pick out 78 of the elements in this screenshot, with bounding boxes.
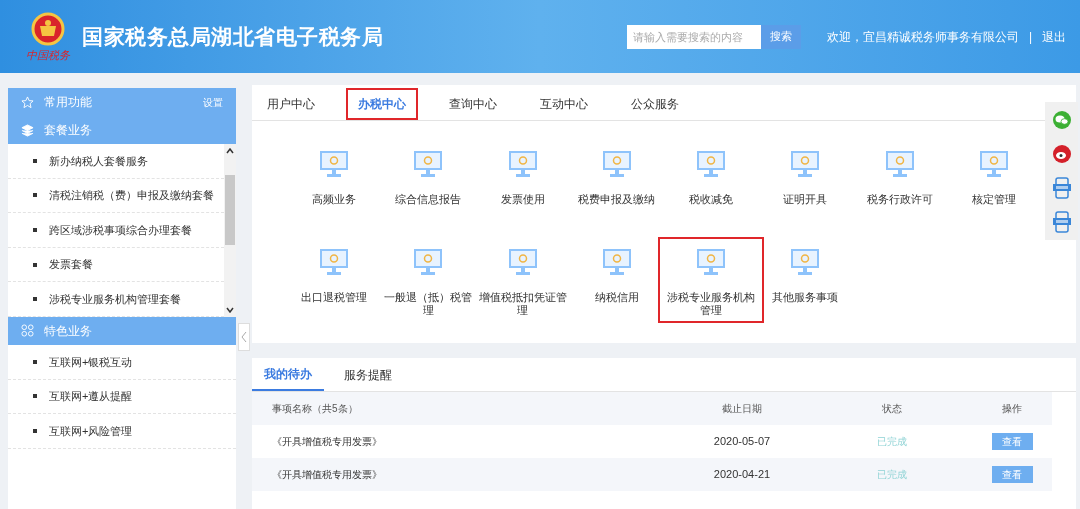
column-header: 操作 (1001, 402, 1023, 416)
service-tile[interactable]: 综合信息报告 (381, 139, 476, 225)
service-tile[interactable]: 核定管理 (946, 139, 1041, 225)
column-header: 状态 (881, 402, 903, 416)
status-text: 已完成 (876, 468, 908, 482)
sidebar-item[interactable]: 互联网+风险管理 (49, 422, 133, 440)
table-cell-text: 《开具增值税专用发票》 (271, 468, 383, 482)
monitor-icon (319, 247, 350, 277)
monitor-icon (413, 149, 444, 179)
chat-bubbles-icon[interactable] (1051, 110, 1072, 130)
table-cell-text: 《开具增值税专用发票》 (271, 435, 383, 449)
tab[interactable]: 服务提醒 (332, 358, 404, 391)
bullet-icon (33, 394, 37, 399)
scrollbar[interactable] (224, 144, 236, 317)
service-tile[interactable]: 高频业务 (287, 139, 382, 225)
welcome-text: 欢迎，宜昌精诚税务师事务有限公司 (826, 28, 1019, 46)
tab[interactable]: 互动中心 (528, 88, 600, 120)
sidebar-item[interactable]: 互联网+银税互动 (49, 353, 133, 370)
monitor-icon (696, 247, 727, 277)
bullet-icon (33, 428, 37, 433)
star-icon (21, 95, 34, 109)
column-header: 事项名称（共5条） (271, 402, 359, 416)
monitor-icon (601, 149, 632, 179)
status-text: 已完成 (876, 435, 908, 449)
monitor-icon (507, 149, 538, 179)
tab[interactable]: 用户中心 (255, 88, 327, 120)
service-tile[interactable]: 税收减免 (664, 139, 759, 225)
bullet-icon (33, 158, 37, 163)
collapse-handle[interactable] (238, 323, 250, 351)
eye-logo-icon[interactable] (1051, 144, 1072, 164)
monitor-icon (790, 149, 821, 179)
tab[interactable]: 公众服务 (619, 88, 691, 120)
column-header: 截止日期 (721, 402, 763, 416)
tab[interactable]: 办税中心 (346, 88, 418, 120)
service-tile[interactable]: 证明开具 (758, 139, 853, 225)
section-title: 特色业务 (44, 322, 93, 340)
chevron-left-icon (241, 331, 247, 343)
sidebar-item[interactable]: 跨区域涉税事项综合办理套餐 (49, 221, 192, 239)
logo-caption: 中国税务 (26, 50, 70, 61)
service-tile[interactable]: 税务行政许可 (852, 139, 947, 225)
sidebar-item[interactable]: 涉税专业服务机构管理套餐 (49, 290, 181, 308)
bullet-icon (33, 297, 37, 302)
separator-text: | (1028, 28, 1032, 46)
phone-app-icon[interactable] (1052, 177, 1071, 199)
monitor-icon (884, 149, 915, 179)
monitor-icon (601, 247, 632, 277)
service-tile[interactable]: 增值税抵扣凭证管理 (475, 237, 570, 323)
tab[interactable]: 查询中心 (437, 88, 509, 120)
monitor-icon (696, 149, 727, 179)
search-field[interactable]: 请输入需要搜索的内容 (626, 24, 761, 49)
monitor-icon (790, 247, 821, 277)
monitor-icon (507, 247, 538, 277)
phone-app-icon[interactable] (1052, 211, 1071, 233)
table-cell-text: 2020-04-21 (712, 467, 772, 483)
service-tile[interactable]: 发票使用 (475, 139, 570, 225)
bullet-icon (33, 228, 37, 232)
table-cell-text: 2020-05-07 (712, 434, 772, 450)
service-tile[interactable]: 税费申报及缴纳 (569, 139, 664, 225)
sidebar-item[interactable]: 新办纳税人套餐服务 (49, 152, 148, 170)
monitor-icon (978, 149, 1009, 179)
bullet-icon (33, 193, 37, 198)
sidebar-item[interactable]: 发票套餐 (49, 256, 93, 273)
sidebar-item[interactable]: 互联网+遵从提醒 (49, 388, 133, 405)
service-tile[interactable]: 一般退（抵）税管理 (381, 237, 476, 323)
section-title: 常用功能 (44, 94, 93, 111)
monitor-icon (319, 149, 350, 179)
site-title: 国家税务总局湖北省电子税务局 (82, 23, 384, 50)
section-title: 套餐业务 (44, 122, 93, 139)
chevron-up-icon[interactable] (226, 148, 234, 154)
monitor-icon (413, 247, 444, 277)
service-tile[interactable]: 涉税专业服务机构管理 (658, 237, 765, 323)
service-tile[interactable]: 出口退税管理 (287, 237, 382, 323)
sidebar-item[interactable]: 清税注销税（费）申报及缴纳套餐 (49, 187, 214, 204)
layers-icon (21, 123, 34, 137)
bullet-icon (33, 262, 37, 267)
chevron-down-icon[interactable] (226, 306, 234, 313)
bullet-icon (33, 359, 37, 364)
grid-icon (21, 324, 34, 338)
